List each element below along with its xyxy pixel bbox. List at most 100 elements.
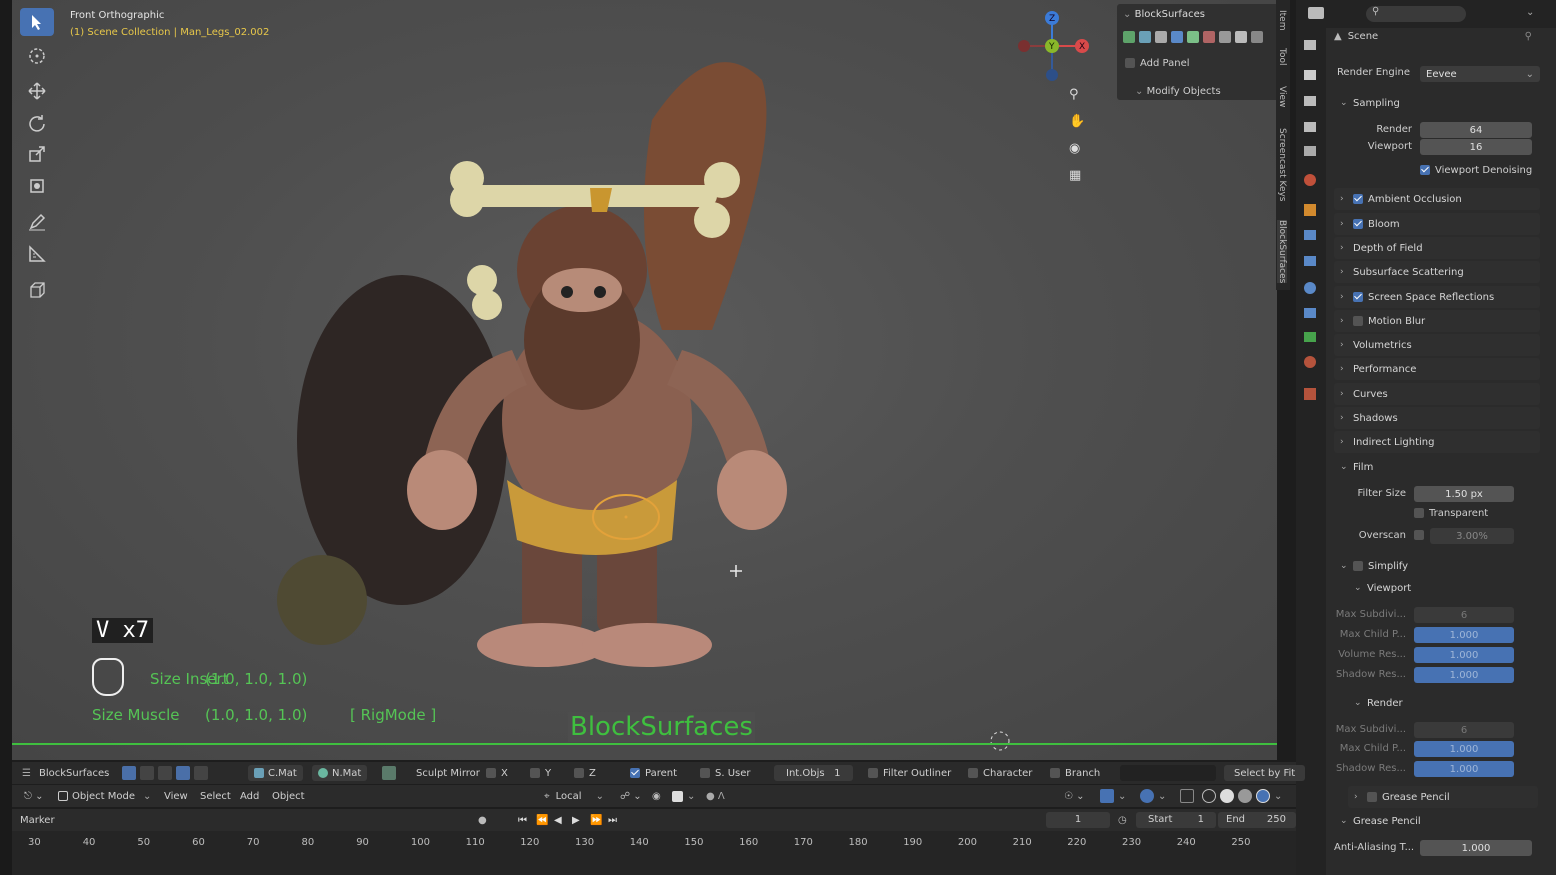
- section-checkbox[interactable]: [1353, 292, 1363, 302]
- section-checkbox[interactable]: [1353, 219, 1363, 229]
- c-mat-button[interactable]: C.Mat: [248, 765, 303, 781]
- play-icon[interactable]: ▶: [572, 809, 580, 831]
- mirror-z-checkbox[interactable]: Z: [574, 762, 596, 784]
- overlay-toggle[interactable]: ⌄: [1140, 785, 1166, 807]
- keyframe-icon[interactable]: ●: [478, 809, 487, 831]
- editor-type-icon[interactable]: [1308, 7, 1324, 19]
- section-checkbox[interactable]: [1353, 194, 1363, 204]
- section-2[interactable]: › Bloom: [1334, 213, 1540, 235]
- character-checkbox[interactable]: Character: [968, 762, 1032, 784]
- tab-view[interactable]: View: [1277, 86, 1287, 107]
- render-max-subdiv-field[interactable]: 6: [1414, 722, 1514, 738]
- view-menu[interactable]: View: [164, 785, 188, 807]
- 3d-viewport[interactable]: Front Orthographic (1) Scene Collection …: [12, 0, 1277, 760]
- jump-start-icon[interactable]: ⏮: [518, 809, 527, 831]
- modify-objects-section[interactable]: ⌄ Modify Objects: [1135, 86, 1221, 97]
- section-grease-pencil[interactable]: ⌄ Grease Pencil: [1334, 810, 1540, 832]
- add-panel-toggle[interactable]: Add Panel: [1125, 58, 1190, 69]
- material-shading-icon[interactable]: [1238, 789, 1252, 803]
- world-icon[interactable]: [1304, 174, 1316, 186]
- chevron-down-icon[interactable]: ⌄: [1526, 7, 1534, 18]
- mode-select[interactable]: Object Mode ⌄: [58, 785, 151, 807]
- s-user-checkbox[interactable]: S. User: [700, 762, 751, 784]
- tab-screencast-keys[interactable]: Screencast Keys: [1277, 128, 1287, 202]
- data-icon[interactable]: [1304, 332, 1316, 342]
- tool-icon[interactable]: [1219, 31, 1231, 43]
- block-icon[interactable]: [140, 766, 154, 780]
- annotate-tool[interactable]: [20, 208, 54, 236]
- wireframe-shading-icon[interactable]: [1202, 789, 1216, 803]
- zoom-icon[interactable]: ⚲: [1069, 87, 1087, 105]
- tool-icon[interactable]: [1187, 31, 1199, 43]
- tool-icon[interactable]: [1251, 31, 1263, 43]
- section-8[interactable]: › Performance: [1334, 358, 1540, 380]
- block-icon[interactable]: [194, 766, 208, 780]
- snap-target[interactable]: ⌄: [672, 785, 695, 807]
- pin-icon[interactable]: ⚲: [1525, 31, 1532, 42]
- end-frame-field[interactable]: End 250: [1218, 812, 1296, 828]
- anti-aliasing-field[interactable]: 1.000: [1420, 840, 1532, 856]
- section-simplify-render[interactable]: ⌄ Render: [1348, 692, 1538, 714]
- rotate-tool[interactable]: [20, 109, 54, 137]
- max-subdiv-field[interactable]: 6: [1414, 607, 1514, 623]
- play-reverse-icon[interactable]: ◀: [554, 809, 562, 831]
- view-layer-icon[interactable]: [1304, 122, 1316, 132]
- snap-icon[interactable]: ◉: [652, 785, 661, 807]
- cursor-tool[interactable]: [20, 42, 54, 70]
- viewport-denoising-checkbox[interactable]: Viewport Denoising: [1420, 165, 1532, 176]
- section-5[interactable]: › Screen Space Reflections: [1334, 286, 1540, 308]
- tool-icon[interactable]: [1235, 31, 1247, 43]
- rendered-shading-icon[interactable]: [1256, 789, 1270, 803]
- particles-icon[interactable]: [1304, 256, 1316, 266]
- max-child-field[interactable]: 1.000: [1414, 627, 1514, 643]
- section-10[interactable]: › Shadows: [1334, 407, 1540, 429]
- measure-tool[interactable]: [20, 240, 54, 268]
- section-simplify-grease-pencil[interactable]: › Grease Pencil: [1348, 786, 1538, 808]
- tool-settings-icon[interactable]: [1304, 40, 1316, 50]
- section-checkbox[interactable]: [1353, 316, 1363, 326]
- n-mat-button[interactable]: N.Mat: [312, 765, 368, 781]
- shading-modes[interactable]: ⌄: [1202, 785, 1282, 807]
- grid-view-icon[interactable]: ▦: [1069, 168, 1087, 186]
- block-icon[interactable]: [122, 766, 136, 780]
- blocksurfaces-menu[interactable]: ☰ BlockSurfaces: [22, 762, 109, 784]
- section-4[interactable]: › Subsurface Scattering: [1334, 261, 1540, 283]
- solid-shading-icon[interactable]: [1220, 789, 1234, 803]
- section-3[interactable]: › Depth of Field: [1334, 237, 1540, 259]
- name-field[interactable]: [1120, 765, 1216, 781]
- mirror-y-checkbox[interactable]: Y: [530, 762, 551, 784]
- overscan-checkbox[interactable]: [1414, 530, 1429, 541]
- render-icon[interactable]: [1304, 70, 1316, 80]
- volume-res-field[interactable]: 1.000: [1414, 647, 1514, 663]
- section-11[interactable]: › Indirect Lighting: [1334, 431, 1540, 453]
- tool-icon[interactable]: [1123, 31, 1135, 43]
- physics-icon[interactable]: [1304, 282, 1316, 294]
- render-samples-field[interactable]: 64: [1420, 122, 1532, 138]
- tool-icon[interactable]: [1171, 31, 1183, 43]
- xray-toggle[interactable]: [1180, 785, 1198, 807]
- orientation-select[interactable]: ⌖ Local ⌄: [544, 785, 604, 807]
- transparent-checkbox[interactable]: Transparent: [1414, 508, 1488, 519]
- section-simplify[interactable]: ⌄ Simplify: [1334, 555, 1540, 577]
- section-7[interactable]: › Volumetrics: [1334, 334, 1540, 356]
- material-icon[interactable]: [1304, 356, 1316, 368]
- hand-pan-icon[interactable]: ✋: [1069, 114, 1087, 132]
- tab-tool[interactable]: Tool: [1277, 48, 1287, 65]
- object-menu[interactable]: Object: [272, 785, 305, 807]
- int-objs-field[interactable]: Int.Objs 1: [774, 765, 853, 781]
- character-model[interactable]: [12, 0, 1277, 760]
- object-icon[interactable]: [1304, 204, 1316, 216]
- scene-icon[interactable]: [1304, 146, 1316, 156]
- section-sampling[interactable]: ⌄ Sampling: [1334, 92, 1540, 114]
- select-by-fit-button[interactable]: Select by Fit: [1224, 765, 1306, 781]
- scale-tool[interactable]: [20, 140, 54, 168]
- clock-icon[interactable]: ◷: [1118, 809, 1127, 831]
- overscan-field[interactable]: 3.00%: [1430, 528, 1514, 544]
- render-shadow-res-field[interactable]: 1.000: [1414, 761, 1514, 777]
- gizmo-toggle[interactable]: ⌄: [1100, 785, 1126, 807]
- section-6[interactable]: › Motion Blur: [1334, 310, 1540, 332]
- tool-icon[interactable]: [1155, 31, 1167, 43]
- output-icon[interactable]: [1304, 96, 1316, 106]
- visibility-icon[interactable]: ☉ ⌄: [1064, 785, 1085, 807]
- next-keyframe-icon[interactable]: ⏩: [590, 809, 602, 831]
